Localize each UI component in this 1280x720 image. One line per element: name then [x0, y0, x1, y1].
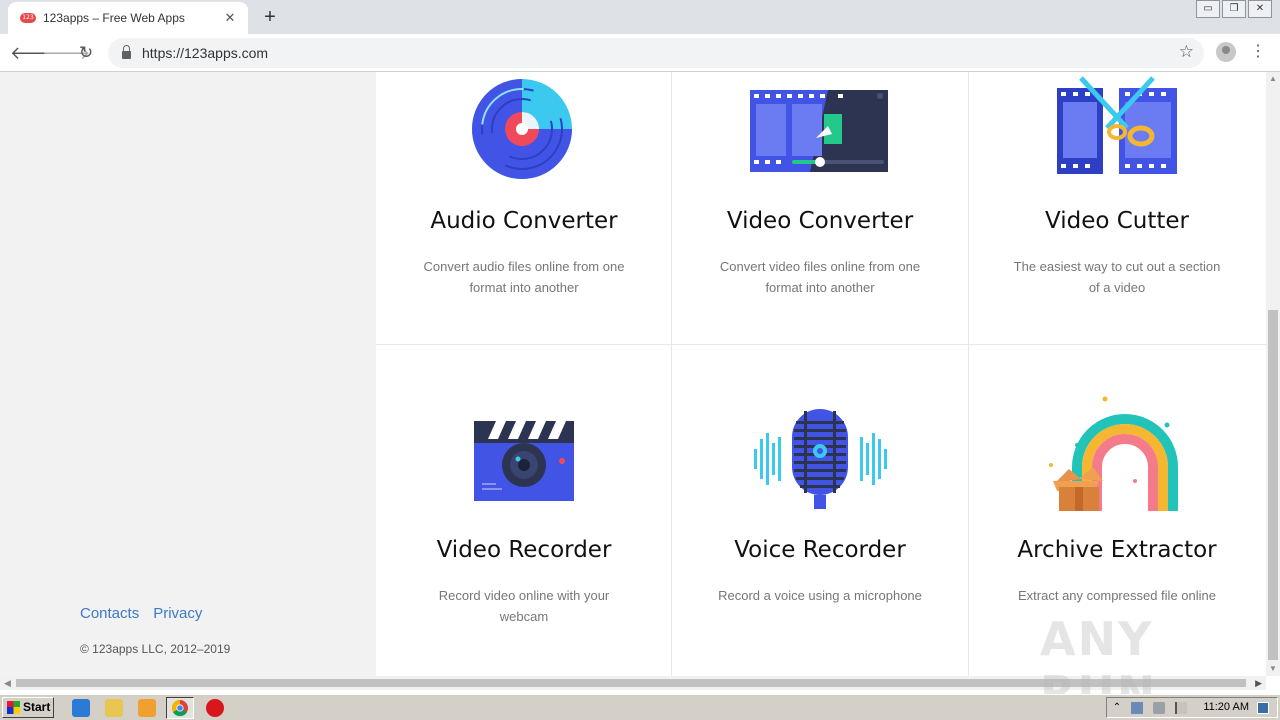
- app-description: Record a voice using a microphone: [718, 588, 922, 603]
- opera-icon[interactable]: [206, 699, 224, 717]
- start-button[interactable]: Start: [2, 697, 54, 718]
- video-cutter-icon: [969, 72, 1265, 174]
- page-content: Contacts Privacy © 123apps LLC, 2012–201…: [0, 72, 1266, 676]
- internet-explorer-icon[interactable]: [72, 699, 90, 717]
- copyright-text: © 123apps LLC, 2012–2019: [80, 642, 231, 656]
- restore-button[interactable]: ❐: [1222, 0, 1246, 18]
- address-bar[interactable]: https://123apps.com ☆: [108, 38, 1204, 68]
- app-title: Audio Converter: [430, 208, 618, 234]
- minimize-button[interactable]: ▭: [1196, 0, 1220, 18]
- app-description: Record video online with your webcam: [438, 588, 610, 624]
- start-label: Start: [23, 700, 51, 714]
- app-card-voice-recorder[interactable]: Voice Recorder Record a voice using a mi…: [672, 345, 968, 676]
- archive-extractor-icon: [969, 395, 1265, 511]
- app-description: The easiest way to cut out a section of …: [1013, 259, 1221, 295]
- scroll-left-arrow-icon[interactable]: ◀: [4, 676, 11, 690]
- app-title: Video Cutter: [1044, 208, 1190, 234]
- app-card-audio-converter[interactable]: Audio Converter Convert audio files onli…: [376, 72, 672, 344]
- taskbar: Start ⌃ 11:20 AM: [0, 694, 1280, 720]
- url-text[interactable]: https://123apps.com: [142, 45, 268, 61]
- tab-title: 123apps – Free Web Apps: [43, 11, 185, 25]
- vertical-scrollbar[interactable]: ▲ ▼: [1266, 72, 1280, 676]
- scroll-up-arrow-icon[interactable]: ▲: [1266, 74, 1280, 84]
- media-player-icon[interactable]: [138, 699, 156, 717]
- windows-logo-icon: [7, 701, 20, 714]
- app-description: Convert audio files online from one form…: [423, 259, 625, 295]
- show-desktop-icon[interactable]: [1257, 702, 1269, 714]
- clock: 11:20 AM: [1203, 701, 1249, 713]
- network-icon[interactable]: [1131, 702, 1143, 714]
- tab-close-icon[interactable]: ✕: [222, 10, 238, 26]
- voice-recorder-icon: [672, 407, 968, 509]
- app-title: Video Recorder: [436, 537, 612, 563]
- volume-icon[interactable]: [1153, 702, 1165, 714]
- close-window-button[interactable]: ✕: [1248, 0, 1272, 18]
- new-tab-button[interactable]: +: [258, 6, 282, 28]
- chrome-icon: [171, 699, 188, 717]
- sidebar: Contacts Privacy © 123apps LLC, 2012–201…: [0, 72, 376, 676]
- favicon-icon: 123: [20, 13, 36, 23]
- lock-icon: [122, 45, 131, 59]
- profile-avatar[interactable]: [1216, 42, 1236, 62]
- app-card-video-converter[interactable]: Video Converter Convert video files onli…: [672, 72, 968, 344]
- privacy-link[interactable]: Privacy: [153, 605, 202, 622]
- video-converter-icon: [672, 72, 968, 172]
- back-button[interactable]: 🡐: [10, 41, 58, 65]
- contacts-link[interactable]: Contacts: [80, 605, 139, 622]
- app-card-video-recorder[interactable]: Video Recorder Record video online with …: [376, 345, 672, 676]
- browser-tab[interactable]: 123 123apps – Free Web Apps ✕: [8, 2, 248, 34]
- window-controls: ▭ ❐ ✕: [1196, 0, 1272, 18]
- file-explorer-icon[interactable]: [105, 699, 123, 717]
- app-title: Archive Extractor: [1017, 537, 1217, 563]
- app-title: Voice Recorder: [734, 537, 906, 563]
- system-tray: ⌃ 11:20 AM: [1106, 697, 1278, 718]
- app-title: Video Converter: [726, 208, 914, 234]
- browser-tab-bar: 123 123apps – Free Web Apps ✕ + ▭ ❐ ✕: [0, 0, 1280, 34]
- chrome-taskbar-button[interactable]: [166, 697, 194, 719]
- app-description: Extract any compressed file online: [1018, 588, 1216, 603]
- browser-menu-button[interactable]: ⋮: [1250, 41, 1266, 63]
- app-card-video-cutter[interactable]: Video Cutter The easiest way to cut out …: [969, 72, 1265, 344]
- footer-links: Contacts Privacy: [80, 605, 202, 622]
- video-recorder-icon: [376, 417, 672, 517]
- action-center-flag-icon[interactable]: [1175, 702, 1187, 714]
- browser-toolbar: 🡐 🡒 ↻ https://123apps.com ☆: [0, 34, 1280, 72]
- tray-expand-icon[interactable]: ⌃: [1111, 702, 1123, 714]
- audio-converter-icon: [376, 72, 672, 179]
- bookmark-star-icon[interactable]: ☆: [1179, 42, 1194, 62]
- app-description: Convert video files online from one form…: [719, 259, 921, 295]
- reload-button[interactable]: ↻: [74, 41, 98, 65]
- apps-grid: Audio Converter Convert audio files onli…: [376, 72, 1266, 676]
- forward-button[interactable]: 🡒: [42, 41, 90, 65]
- vertical-scroll-thumb[interactable]: [1268, 310, 1278, 660]
